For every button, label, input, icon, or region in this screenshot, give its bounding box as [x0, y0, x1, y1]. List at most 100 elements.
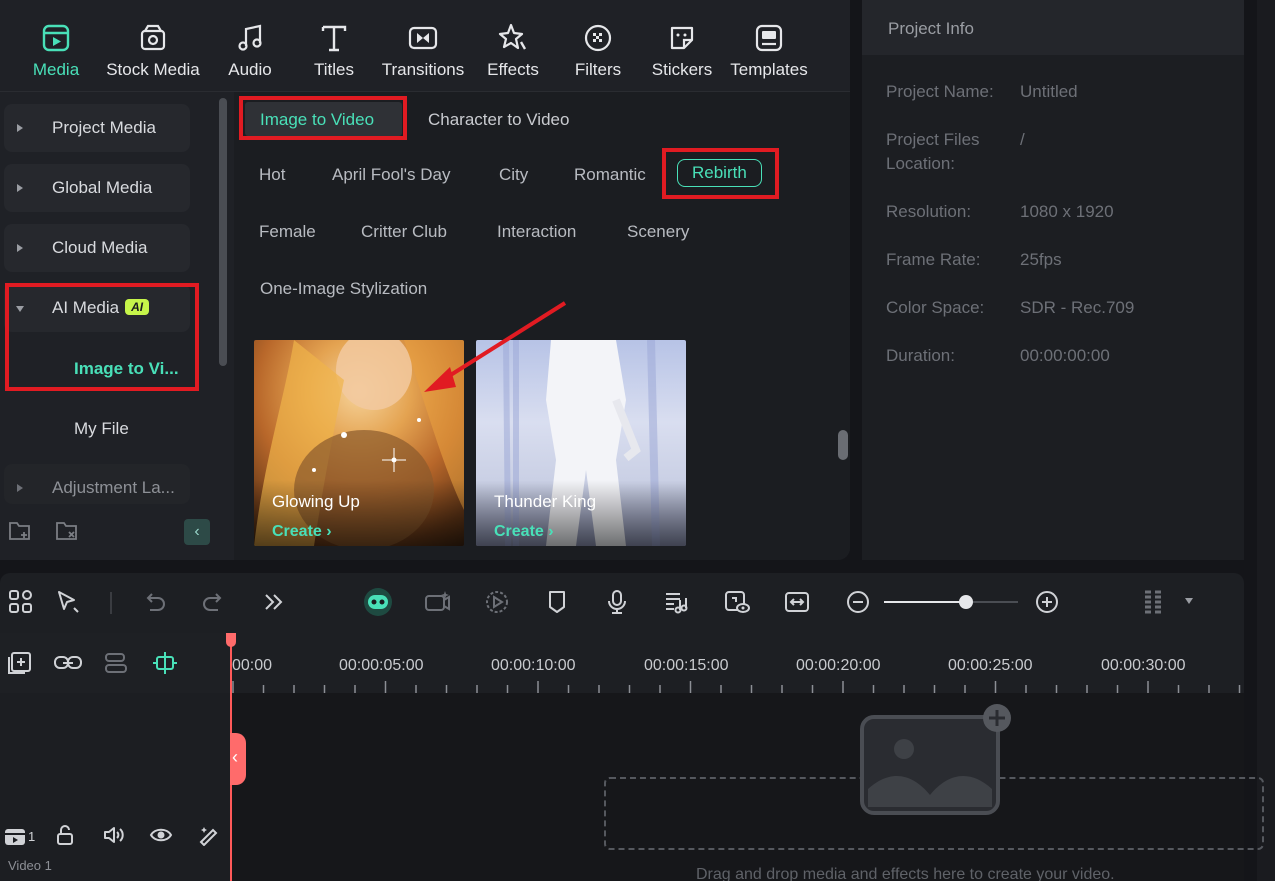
- card-create-link[interactable]: Create ›: [494, 523, 554, 541]
- ruler-tick-label: 00:00:15:00: [644, 657, 729, 674]
- tab-media[interactable]: Media: [28, 22, 84, 80]
- chevron-right-icon: ›: [326, 523, 332, 540]
- ruler-tick-label: 00:00:10:00: [491, 657, 576, 674]
- zoom-in-icon[interactable]: [1033, 588, 1061, 616]
- subtab-character-to-video[interactable]: Character to Video: [428, 110, 569, 130]
- tab-filters[interactable]: Filters: [570, 22, 626, 80]
- templates-icon: [755, 24, 783, 52]
- tab-effects[interactable]: Effects: [484, 22, 542, 80]
- drop-zone-hint: Drag and drop media and effects here to …: [696, 866, 1115, 881]
- category-romantic[interactable]: Romantic: [574, 165, 646, 185]
- info-value-duration: 00:00:00:00: [1020, 346, 1110, 365]
- link-icon[interactable]: [53, 651, 83, 675]
- annotation-arrow-icon: [424, 301, 567, 392]
- project-info-panel: Project Info Project Name: Untitled Proj…: [862, 0, 1244, 560]
- info-value-frame-rate: 25fps: [1020, 250, 1062, 269]
- highlight-box-rebirth: [662, 148, 779, 199]
- microphone-icon[interactable]: [603, 588, 631, 616]
- sidebar-item-project-media[interactable]: Project Media: [4, 104, 190, 152]
- ruler-tick-label: 00:00:30:00: [1101, 657, 1186, 674]
- tab-templates-label: Templates: [730, 60, 808, 79]
- tab-transitions[interactable]: Transitions: [379, 22, 467, 80]
- tab-transitions-label: Transitions: [381, 60, 465, 79]
- track-number: 1: [28, 829, 36, 844]
- music-note-icon: [238, 24, 262, 51]
- info-label-project-name: Project Name:: [886, 82, 994, 101]
- effects-icon: [498, 23, 527, 50]
- tab-stickers-label: Stickers: [651, 60, 713, 79]
- new-folder-icon[interactable]: [8, 520, 32, 542]
- collapse-sidebar-button[interactable]: ‹: [184, 519, 210, 545]
- category-female[interactable]: Female: [259, 222, 316, 242]
- scissor-icon: ‹: [232, 747, 238, 767]
- playhead-top-handle[interactable]: [226, 633, 236, 647]
- sidebar-scrollbar[interactable]: [219, 98, 227, 366]
- category-april-fools-day[interactable]: April Fool's Day: [332, 165, 451, 185]
- speaker-icon[interactable]: [102, 824, 126, 846]
- audio-mixer-icon[interactable]: [663, 588, 691, 616]
- ai-video-icon[interactable]: [423, 588, 451, 616]
- sidebar-item-adjustment-layer[interactable]: Adjustment La...: [4, 464, 190, 504]
- delete-folder-icon[interactable]: [55, 520, 79, 542]
- more-tools-icon[interactable]: [260, 588, 288, 616]
- zoom-out-icon[interactable]: [844, 588, 872, 616]
- tab-templates[interactable]: Templates: [728, 22, 810, 80]
- category-scenery[interactable]: Scenery: [627, 222, 689, 242]
- layout-grid-icon[interactable]: [7, 588, 35, 616]
- expand-arrow-icon: [17, 244, 23, 252]
- undo-icon[interactable]: [140, 588, 168, 616]
- category-critter-club[interactable]: Critter Club: [361, 222, 447, 242]
- expand-arrow-icon: [17, 124, 23, 132]
- ai-copilot-icon[interactable]: [362, 586, 394, 618]
- sidebar-item-global-media[interactable]: Global Media: [4, 164, 190, 212]
- ruler-tick-label: 00:00:05:00: [339, 657, 424, 674]
- tab-stickers[interactable]: Stickers: [650, 22, 714, 80]
- eye-icon[interactable]: [149, 824, 173, 846]
- info-label-location: Location:: [886, 154, 955, 173]
- titles-icon: [321, 25, 347, 52]
- content-scrollbar[interactable]: [838, 430, 848, 460]
- tab-audio[interactable]: Audio: [224, 22, 276, 80]
- redo-icon[interactable]: [200, 588, 228, 616]
- tab-stock-media[interactable]: Stock Media: [101, 22, 205, 80]
- info-label-frame-rate: Frame Rate:: [886, 250, 981, 269]
- dropdown-arrow-icon[interactable]: [1185, 598, 1193, 604]
- render-preview-icon[interactable]: [483, 588, 511, 616]
- tab-titles[interactable]: Titles: [308, 22, 360, 80]
- sidebar-item-cloud-media[interactable]: Cloud Media: [4, 224, 190, 272]
- ruler-tick-label: 00:00:25:00: [948, 657, 1033, 674]
- info-value-resolution: 1080 x 1920: [1020, 202, 1114, 221]
- info-value-location: /: [1020, 130, 1025, 149]
- preview-quality-icon[interactable]: [723, 588, 751, 616]
- sidebar-sub-item-my-file[interactable]: My File: [74, 419, 129, 439]
- category-hot[interactable]: Hot: [259, 165, 285, 185]
- select-tool-icon[interactable]: [54, 588, 82, 616]
- lock-track-icon[interactable]: [54, 824, 76, 846]
- filters-icon: [584, 24, 612, 52]
- tab-media-label: Media: [32, 60, 80, 79]
- category-city[interactable]: City: [499, 165, 528, 185]
- ruler-tick-label: 00:00: [232, 657, 273, 674]
- card-create-link[interactable]: Create ›: [272, 523, 332, 541]
- tab-effects-label: Effects: [487, 60, 539, 79]
- sidebar-item-label: Adjustment La...: [52, 478, 175, 497]
- expand-arrow-icon: [17, 184, 23, 192]
- fit-timeline-icon[interactable]: [783, 588, 811, 616]
- highlight-box-image-to-video: [239, 96, 407, 140]
- info-label-color-space: Color Space:: [886, 298, 985, 317]
- sidebar-item-label: Project Media: [52, 118, 156, 137]
- auto-enhance-icon[interactable]: [197, 824, 221, 846]
- image-placeholder-icon: [860, 704, 1011, 815]
- right-edge-panel: [1257, 0, 1275, 881]
- add-track-icon[interactable]: [7, 651, 33, 675]
- magnetic-snap-icon[interactable]: [151, 649, 179, 677]
- playhead-drag-handle[interactable]: ‹: [230, 733, 246, 785]
- group-icon[interactable]: [102, 651, 130, 675]
- category-interaction[interactable]: Interaction: [497, 222, 576, 242]
- marker-icon[interactable]: [543, 588, 571, 616]
- chevron-right-icon: ›: [548, 523, 554, 540]
- info-value-project-name: Untitled: [1020, 82, 1078, 101]
- zoom-slider-thumb[interactable]: [959, 595, 973, 609]
- track-options-icon[interactable]: [1141, 588, 1169, 616]
- category-one-image-stylization[interactable]: One-Image Stylization: [260, 279, 427, 299]
